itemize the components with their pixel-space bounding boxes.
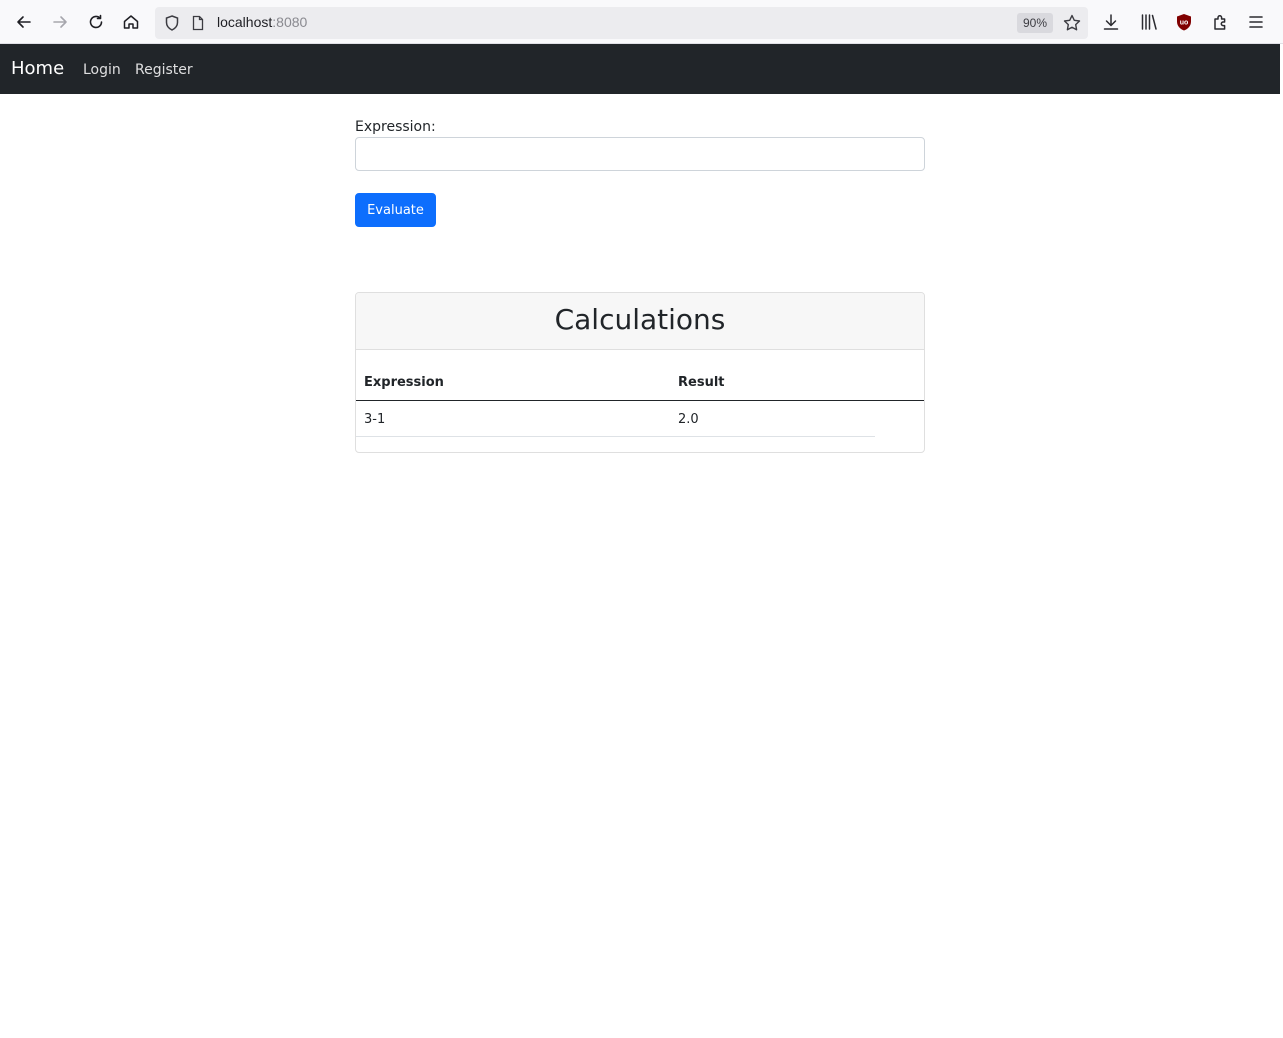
bookmark-star-icon[interactable] [1062,13,1082,33]
table-cell-expression: 3-1 [364,412,386,427]
url-host: localhost [217,14,273,30]
table-header-divider [356,400,924,401]
page-icon [192,15,204,31]
table-cell-result: 2.0 [678,412,699,427]
evaluate-button[interactable]: Evaluate [355,193,436,227]
calculations-title: Calculations [554,303,726,336]
downloads-icon[interactable] [1101,12,1121,32]
library-icon[interactable] [1139,12,1159,32]
extensions-icon[interactable] [1211,12,1231,32]
browser-toolbar: localhost:8080 90% uo [0,0,1283,44]
back-icon[interactable] [11,9,37,35]
url-text[interactable]: localhost:8080 [217,14,307,30]
zoom-level-badge[interactable]: 90% [1017,13,1054,33]
navbar-brand-home[interactable]: Home [11,58,64,80]
ublock-origin-icon[interactable]: uo [1175,13,1193,31]
card-header: Calculations [356,293,924,350]
address-bar[interactable]: localhost:8080 90% [155,7,1088,39]
url-port: :8080 [272,14,308,30]
column-header-expression: Expression [364,375,444,390]
table-row-divider [356,436,875,437]
expression-label: Expression: [355,119,436,135]
reload-icon[interactable] [83,9,109,35]
app-navbar: Home Login Register [0,44,1280,94]
nav-link-register[interactable]: Register [135,61,193,79]
svg-text:uo: uo [1180,20,1189,27]
home-icon[interactable] [118,9,144,35]
nav-link-login[interactable]: Login [83,61,121,79]
expression-input[interactable] [355,137,925,171]
calculations-card: Calculations Expression Result 3-1 2.0 [355,292,925,453]
forward-icon[interactable] [47,9,73,35]
menu-icon[interactable] [1246,12,1266,32]
column-header-result: Result [678,375,725,390]
shield-icon[interactable] [163,14,181,32]
